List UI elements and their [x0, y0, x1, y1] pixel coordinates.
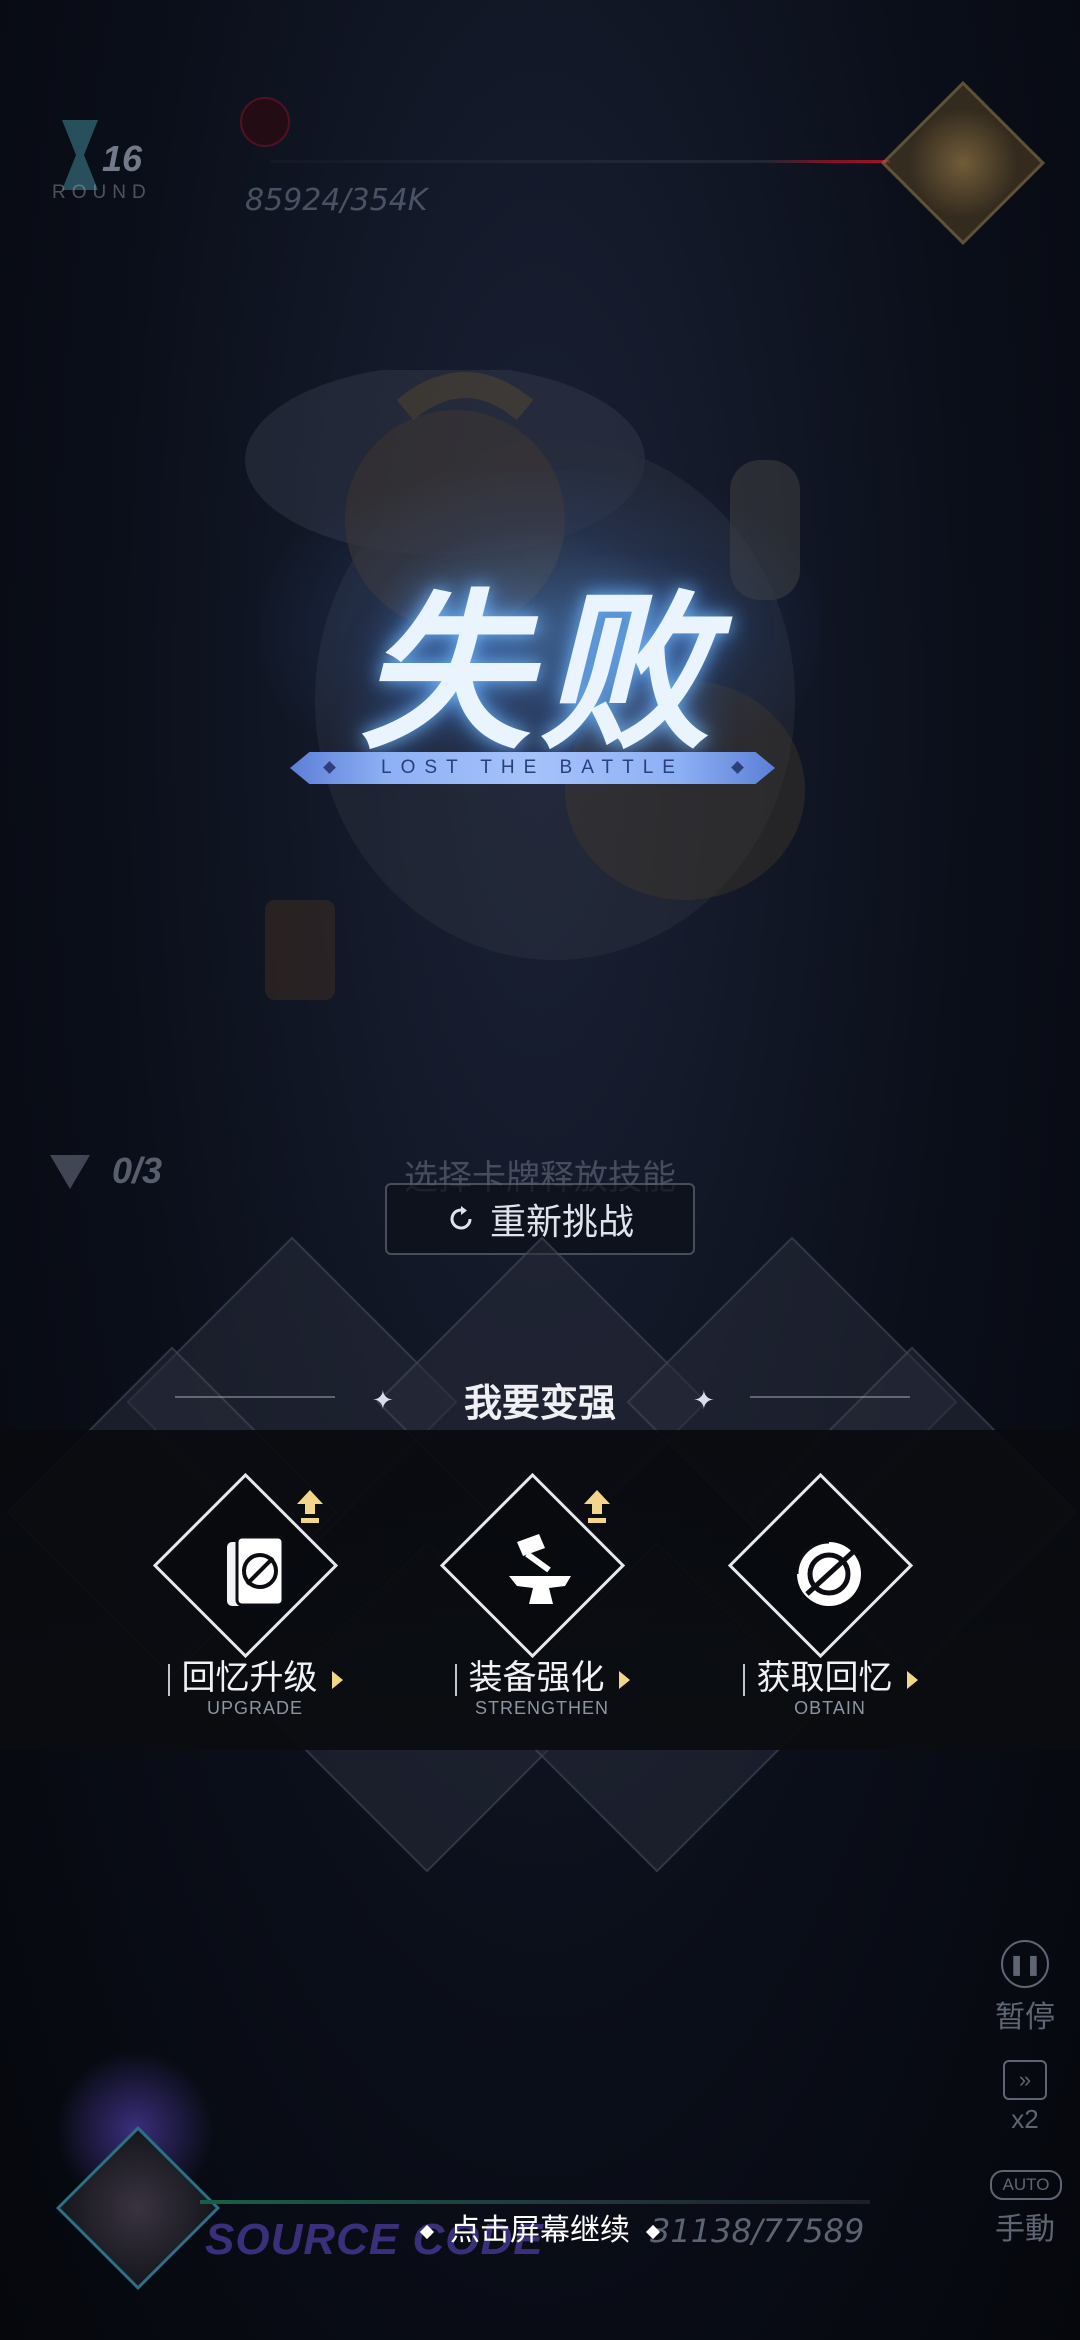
option-sublabel: OBTAIN	[794, 1698, 866, 1718]
skull-icon	[240, 97, 290, 147]
speed-button[interactable]: » x2	[990, 2060, 1060, 2135]
option-sublabel: STRENGTHEN	[474, 1698, 609, 1718]
label-bar	[454, 1664, 457, 1697]
defeat-title: 失败	[359, 575, 720, 773]
option-label: 获取回忆	[756, 1659, 893, 1697]
triangle-right-icon	[906, 1671, 918, 1690]
label-bar	[167, 1664, 170, 1697]
diamond-icon	[645, 2225, 661, 2240]
boss-hp-bar	[270, 160, 890, 163]
refresh-icon	[450, 1206, 472, 1230]
sparkle-icon: ✦	[693, 1385, 715, 1415]
upgrade-arrow-icon	[297, 1490, 323, 1523]
divider	[750, 1396, 910, 1398]
continue-label: 点击屏幕继续	[450, 2214, 630, 2247]
speed-label: x2	[1011, 2104, 1039, 2134]
boss-portrait	[880, 80, 1046, 246]
pause-icon: ❚❚	[1001, 1940, 1049, 1988]
obtain-memory-option[interactable]: 获取回忆 OBTAIN	[700, 1472, 960, 1740]
pause-label: 暂停	[995, 2001, 1055, 2034]
option-sublabel: UPGRADE	[206, 1698, 303, 1718]
round-number: 16	[102, 138, 143, 179]
player-hp-bar	[200, 2200, 870, 2204]
result-subtitle: LOST THE BATTLE	[381, 757, 684, 778]
card-upgrade-icon	[227, 1535, 285, 1607]
triangle-right-icon	[618, 1671, 630, 1690]
triangle-right-icon	[331, 1671, 343, 1690]
strengthen-title: 我要变强	[463, 1380, 616, 1425]
boss-hp-text: 85924/354K	[245, 183, 428, 218]
upgrade-arrow-icon	[584, 1490, 610, 1523]
retry-label: 重新挑战	[489, 1201, 634, 1242]
pause-button[interactable]: ❚❚ 暂停	[990, 1940, 1060, 2036]
label-bar	[742, 1664, 745, 1697]
option-label: 回忆升级	[181, 1659, 318, 1697]
fast-forward-icon: »	[1003, 2060, 1047, 2100]
anvil-hammer-icon	[509, 1534, 571, 1604]
option-label: 装备强化	[468, 1659, 605, 1697]
diamond-icon	[419, 2225, 435, 2240]
obtain-disc-icon	[795, 1540, 861, 1606]
tap-to-continue[interactable]: 点击屏幕继续	[0, 2205, 1080, 2249]
auto-badge: AUTO	[990, 2170, 1062, 2200]
upgrade-memory-option[interactable]: 回忆升级 UPGRADE	[125, 1472, 385, 1740]
equipment-enhance-option[interactable]: 装备强化 STRENGTHEN	[412, 1472, 672, 1740]
round-label: ROUND	[52, 182, 152, 203]
